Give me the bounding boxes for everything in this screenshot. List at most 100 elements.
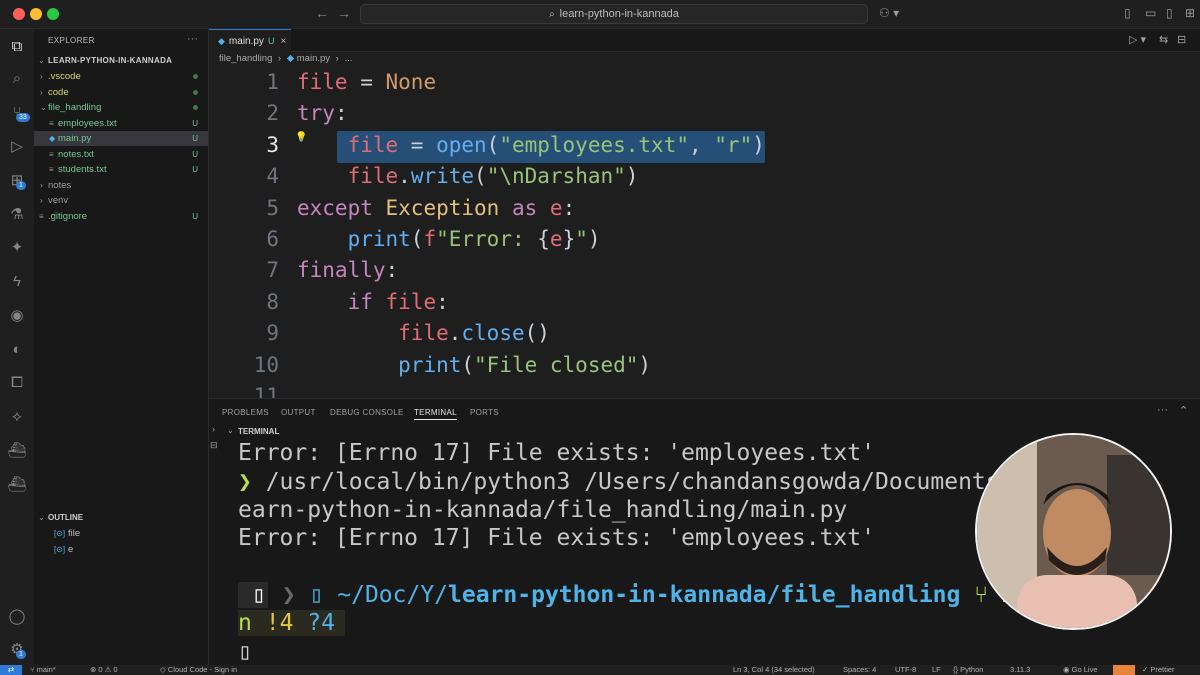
remote-indicator-icon[interactable]: ⇄: [0, 665, 22, 675]
tree-item--vscode[interactable]: › .vscode: [34, 69, 208, 84]
tree-item-code[interactable]: › code: [34, 85, 208, 100]
tree-item-notes[interactable]: › notes: [34, 178, 208, 193]
bracket-icon[interactable]: [1113, 665, 1135, 675]
close-icon[interactable]: ×: [280, 36, 286, 47]
tree-item-label: code: [48, 86, 69, 98]
prettier-status[interactable]: ✓ Prettier: [1142, 665, 1175, 674]
go-live-status[interactable]: ◉ Go Live: [1063, 665, 1098, 674]
breadcrumb-file[interactable]: main.py: [297, 53, 330, 64]
search-icon[interactable]: ⌕: [6, 67, 28, 89]
tree-item-notes-txt[interactable]: ≡ notes.txt U: [34, 147, 208, 162]
breadcrumb-folder[interactable]: file_handling: [219, 53, 272, 64]
git-status: U: [192, 149, 198, 159]
tab-output[interactable]: OUTPUT: [281, 408, 316, 417]
git-status: U: [192, 165, 198, 174]
code-line[interactable]: 5 except Exception as e:: [209, 196, 1200, 227]
code-line[interactable]: 9 file.close(): [209, 321, 1200, 352]
line-number: 5: [266, 195, 279, 220]
project-manager-icon[interactable]: ⧠: [6, 371, 28, 393]
variable-icon: [⊙]: [54, 545, 66, 554]
testing-icon[interactable]: ⚗: [6, 203, 28, 225]
branch-status[interactable]: ⑂ main*: [30, 665, 56, 674]
sparkle-icon[interactable]: ✦: [6, 236, 28, 258]
toggle-panel-icon[interactable]: ▭: [1145, 6, 1156, 20]
extensions-icon[interactable]: ⊞ 1: [6, 169, 28, 191]
toggle-secondary-sidebar-icon[interactable]: ▯: [1166, 6, 1173, 20]
cursor-position-status[interactable]: Ln 3, Col 4 (34 selected): [733, 665, 815, 674]
terminal-prompt-status: n !4 ?4: [238, 610, 345, 636]
indentation-status[interactable]: Spaces: 4: [843, 665, 876, 674]
tree-item-employees-txt[interactable]: ≡ employees.txt U: [34, 116, 208, 131]
maximize-window-button[interactable]: [47, 8, 59, 20]
code-line[interactable]: 3 file = open("employees.txt", "r"): [209, 130, 1200, 164]
line-number: 8: [266, 289, 279, 314]
split-editor-icon[interactable]: ⊟: [1177, 33, 1186, 46]
minimize-window-button[interactable]: [30, 8, 42, 20]
cloud-code-status[interactable]: ◇ Cloud Code - Sign in: [160, 665, 237, 674]
eol-status[interactable]: LF: [932, 665, 941, 674]
toggle-sidebar-icon[interactable]: ▯: [1124, 6, 1131, 20]
code-line[interactable]: 8 if file:: [209, 290, 1200, 321]
more-actions-icon[interactable]: ···: [187, 33, 198, 45]
close-window-button[interactable]: [13, 8, 25, 20]
tree-item-label: employees.txt: [58, 117, 117, 129]
cloud-code-icon[interactable]: ⟡: [6, 405, 28, 427]
tab-terminal[interactable]: TERMINAL: [414, 408, 457, 420]
extensions-badge: 1: [16, 181, 26, 190]
tab-main-py[interactable]: ◆ main.py U ×: [209, 29, 291, 52]
remote-icon[interactable]: ◐: [6, 338, 28, 360]
forward-arrow-icon[interactable]: →: [337, 5, 351, 21]
code-line[interactable]: 6 print(f"Error: {e}"): [209, 227, 1200, 258]
tree-item--gitignore[interactable]: ≡ .gitignore U: [34, 209, 208, 224]
breadcrumb-more[interactable]: ...: [344, 53, 352, 64]
outline-section[interactable]: ⌄ OUTLINE: [34, 510, 208, 525]
copilot-icon[interactable]: ⚇ ▾: [879, 6, 899, 20]
code-editor[interactable]: 1 file = None 2 try: 3 file = open("employee…: [209, 68, 1200, 398]
command-center-search[interactable]: ⌕ learn-python-in-kannada: [360, 4, 868, 24]
code-line[interactable]: 10 print("File closed"): [209, 353, 1200, 384]
lightning-icon[interactable]: ϟ: [6, 270, 28, 292]
account-icon[interactable]: ◯: [6, 605, 28, 627]
code-line[interactable]: 7 finally:: [209, 258, 1200, 289]
github-icon[interactable]: ◉: [6, 304, 28, 326]
settings-gear-icon[interactable]: ⚙ 1: [6, 638, 28, 660]
code-line[interactable]: 11: [209, 384, 1200, 398]
editor-tabs: ◆ main.py U × ▷ ▾ ⇆ ⊟: [209, 29, 1200, 52]
source-control-icon[interactable]: ⑂ 33: [6, 101, 30, 123]
more-actions-icon[interactable]: ···: [1157, 404, 1168, 416]
compare-icon[interactable]: ⇆: [1159, 33, 1168, 46]
minimap[interactable]: [1190, 68, 1200, 398]
outline-item-e[interactable]: [⊙] e: [34, 542, 208, 557]
run-debug-icon[interactable]: ▷: [6, 135, 28, 157]
language-status[interactable]: {} Python: [953, 665, 983, 674]
chevron-right-icon[interactable]: ›: [212, 424, 215, 434]
workspace-root[interactable]: ⌄ LEARN-PYTHON-IN-KANNADA: [34, 53, 208, 68]
lightbulb-icon[interactable]: 💡: [295, 132, 307, 143]
docker-icon[interactable]: ⛴: [6, 439, 28, 461]
outline-item-file[interactable]: [⊙] file: [34, 526, 208, 541]
code-text: finally:: [297, 258, 399, 283]
code-line[interactable]: 1 file = None: [209, 70, 1200, 101]
chevron-right-icon: ›: [40, 87, 43, 97]
tab-problems[interactable]: PROBLEMS: [222, 408, 269, 417]
terminal-cursor[interactable]: ▯: [238, 639, 252, 665]
problems-status[interactable]: ⊗ 0 ⚠ 0: [90, 665, 118, 674]
tab-debug-console[interactable]: DEBUG CONSOLE: [330, 408, 404, 417]
python-version-status[interactable]: 3.11.3: [1010, 665, 1030, 674]
text-file-icon: ≡: [39, 211, 44, 221]
tree-item-students-txt[interactable]: ≡ students.txt U: [34, 162, 208, 177]
tree-item-venv[interactable]: › venv: [34, 193, 208, 208]
new-file-icon[interactable]: ⊟: [210, 440, 218, 451]
run-icon[interactable]: ▷ ▾: [1129, 33, 1146, 46]
explorer-icon[interactable]: ⧉: [6, 35, 28, 57]
tree-item-file-handling[interactable]: ⌄ file_handling: [34, 100, 208, 115]
docker-alt-icon[interactable]: ⛴: [6, 473, 28, 495]
code-line[interactable]: 2 try:: [209, 101, 1200, 132]
tree-item-main-py[interactable]: ◆ main.py U: [34, 131, 208, 146]
back-arrow-icon[interactable]: ←: [315, 5, 329, 21]
maximize-panel-icon[interactable]: ⌃: [1179, 404, 1188, 417]
encoding-status[interactable]: UTF-8: [895, 665, 916, 674]
code-line[interactable]: 4 file.write("\nDarshan"): [209, 164, 1200, 195]
customize-layout-icon[interactable]: ⊞: [1185, 6, 1195, 20]
tab-ports[interactable]: PORTS: [470, 408, 499, 417]
